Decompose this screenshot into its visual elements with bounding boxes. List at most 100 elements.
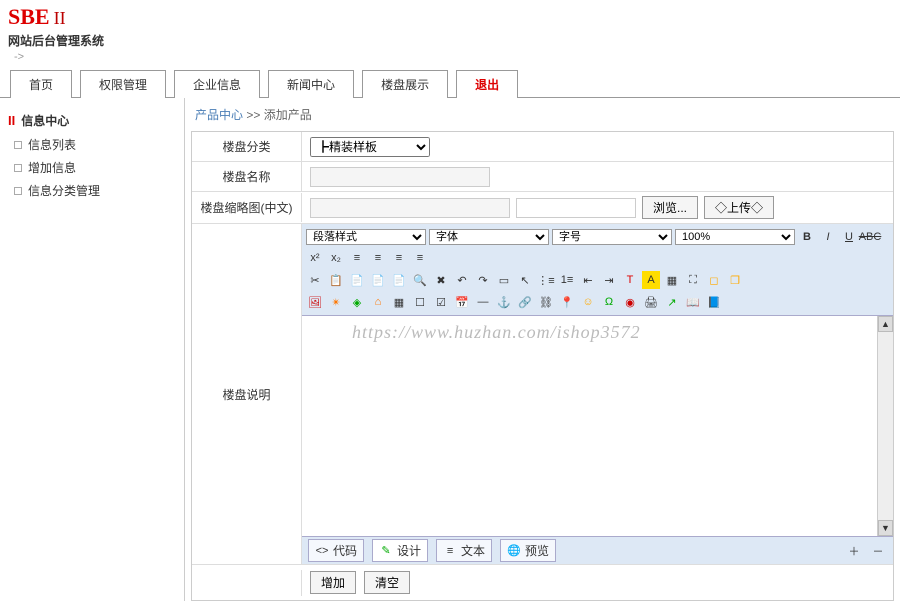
- subscript-icon[interactable]: x₂: [327, 249, 345, 267]
- row-thumb: 楼盘缩略图(中文) 浏览... ◇上传◇: [192, 192, 893, 224]
- highlight-icon[interactable]: ▦: [663, 271, 681, 289]
- header: SBE II 网站后台管理系统 ->: [0, 0, 900, 69]
- arrow-indicator: ->: [8, 49, 892, 65]
- outdent-icon[interactable]: ⇤: [579, 271, 597, 289]
- flash-icon[interactable]: ✴: [327, 293, 345, 311]
- editor-body[interactable]: https://www.huzhan.com/ishop3572 ▲ ▼: [302, 316, 893, 536]
- about-icon[interactable]: 📘: [705, 293, 723, 311]
- watermark-text: https://www.huzhan.com/ishop3572: [352, 322, 641, 343]
- bold-icon[interactable]: B: [798, 228, 816, 246]
- layer-icon[interactable]: ❐: [726, 271, 744, 289]
- select-category[interactable]: ┣精装样板: [310, 137, 430, 157]
- row-desc: 楼盘说明 段落样式 字体 字号 100% B I U: [192, 224, 893, 565]
- input-file-display[interactable]: [516, 198, 636, 218]
- browse-button[interactable]: 浏览...: [642, 196, 698, 219]
- cursor-icon[interactable]: ↖: [516, 271, 534, 289]
- map-icon[interactable]: 📍: [558, 293, 576, 311]
- indent-icon[interactable]: ⇥: [600, 271, 618, 289]
- upload-button[interactable]: ◇上传◇: [704, 196, 774, 219]
- underline-icon[interactable]: U: [840, 228, 858, 246]
- fullscreen-icon[interactable]: ⛶: [684, 271, 702, 289]
- cut-icon[interactable]: ✂: [306, 271, 324, 289]
- copy-icon[interactable]: 📋: [327, 271, 345, 289]
- tab-home[interactable]: 首页: [10, 70, 72, 98]
- breadcrumb-section[interactable]: 产品中心: [195, 108, 243, 122]
- house-icon[interactable]: ⌂: [369, 293, 387, 311]
- select-zoom[interactable]: 100%: [675, 229, 795, 245]
- date-icon[interactable]: 📅: [453, 293, 471, 311]
- media-icon[interactable]: ◈: [348, 293, 366, 311]
- superscript-icon[interactable]: x²: [306, 249, 324, 267]
- text-color-icon[interactable]: T: [621, 271, 639, 289]
- select-font-size[interactable]: 字号: [552, 229, 672, 245]
- sidebar-heading: II 信息中心: [8, 108, 184, 133]
- select-font-family[interactable]: 字体: [429, 229, 549, 245]
- input-name[interactable]: [310, 167, 490, 187]
- help-icon[interactable]: 📖: [684, 293, 702, 311]
- align-justify-icon[interactable]: ≡: [411, 249, 429, 267]
- bullet-icon: [14, 141, 22, 149]
- add-button[interactable]: 增加: [310, 571, 356, 594]
- export-icon[interactable]: ↗: [663, 293, 681, 311]
- select-all-icon[interactable]: ▭: [495, 271, 513, 289]
- strike-icon[interactable]: ABC: [861, 228, 879, 246]
- tab-exit[interactable]: 退出: [456, 70, 518, 98]
- scroll-up-icon[interactable]: ▲: [878, 316, 893, 332]
- scroll-down-icon[interactable]: ▼: [878, 520, 893, 536]
- link-icon[interactable]: 🔗: [516, 293, 534, 311]
- bullet-icon: [14, 187, 22, 195]
- tab-company[interactable]: 企业信息: [174, 70, 260, 98]
- paste-icon[interactable]: 📄: [348, 271, 366, 289]
- clear-button[interactable]: 清空: [364, 571, 410, 594]
- tab-code[interactable]: <> 代码: [308, 539, 364, 562]
- sidebar-item-list[interactable]: 信息列表: [8, 133, 184, 156]
- checkbox-icon[interactable]: ☑: [432, 293, 450, 311]
- sidebar-item-categories[interactable]: 信息分类管理: [8, 179, 184, 202]
- table-icon[interactable]: ▦: [390, 293, 408, 311]
- logo-sub: II: [54, 8, 66, 29]
- align-center-icon[interactable]: ≡: [369, 249, 387, 267]
- image-icon[interactable]: 🖼: [306, 293, 324, 311]
- tab-text[interactable]: ≡ 文本: [436, 539, 492, 562]
- select-paragraph-style[interactable]: 段落样式: [306, 229, 426, 245]
- sidebar: II 信息中心 信息列表 增加信息 信息分类管理: [0, 98, 185, 601]
- tab-preview[interactable]: 🌐 预览: [500, 539, 556, 562]
- input-thumb-path[interactable]: [310, 198, 510, 218]
- tab-properties[interactable]: 楼盘展示: [362, 70, 448, 98]
- remove-format-icon[interactable]: ✖: [432, 271, 450, 289]
- tab-design[interactable]: ✎ 设计: [372, 539, 428, 562]
- anchor-icon[interactable]: ⚓: [495, 293, 513, 311]
- unlink-icon[interactable]: ⛓: [537, 293, 555, 311]
- bullet-icon: [14, 164, 22, 172]
- breadcrumb-page: 添加产品: [264, 108, 312, 122]
- undo-icon[interactable]: ↶: [453, 271, 471, 289]
- label-thumb: 楼盘缩略图(中文): [192, 193, 302, 222]
- template-icon[interactable]: ◉: [621, 293, 639, 311]
- editor-scrollbar[interactable]: ▲ ▼: [877, 316, 893, 536]
- ordered-list-icon[interactable]: 1≡: [558, 271, 576, 289]
- redo-icon[interactable]: ↷: [474, 271, 492, 289]
- rich-editor: 段落样式 字体 字号 100% B I U ABC x² x₂ ≡: [302, 224, 893, 564]
- collapse-icon[interactable]: －: [869, 542, 887, 560]
- paste-text-icon[interactable]: 📄: [369, 271, 387, 289]
- tab-permissions[interactable]: 权限管理: [80, 70, 166, 98]
- print-icon[interactable]: 🖨: [642, 293, 660, 311]
- align-right-icon[interactable]: ≡: [390, 249, 408, 267]
- emoji-icon[interactable]: ☺: [579, 293, 597, 311]
- form-icon[interactable]: ☐: [411, 293, 429, 311]
- form-area: 楼盘分类 ┣精装样板 楼盘名称 楼盘缩略图(中文) 浏览...: [191, 131, 894, 601]
- find-icon[interactable]: 🔍: [411, 271, 429, 289]
- paste-word-icon[interactable]: 📄: [390, 271, 408, 289]
- bg-color-icon[interactable]: A: [642, 271, 660, 289]
- italic-icon[interactable]: I: [819, 228, 837, 246]
- tab-news[interactable]: 新闻中心: [268, 70, 354, 98]
- sidebar-item-label: 信息分类管理: [28, 182, 100, 199]
- sidebar-item-add[interactable]: 增加信息: [8, 156, 184, 179]
- align-left-icon[interactable]: ≡: [348, 249, 366, 267]
- window-icon[interactable]: ◻: [705, 271, 723, 289]
- preview-icon: 🌐: [507, 544, 521, 558]
- unordered-list-icon[interactable]: ⋮≡: [537, 271, 555, 289]
- hr-icon[interactable]: —: [474, 293, 492, 311]
- special-char-icon[interactable]: Ω: [600, 293, 618, 311]
- expand-icon[interactable]: ＋: [845, 542, 863, 560]
